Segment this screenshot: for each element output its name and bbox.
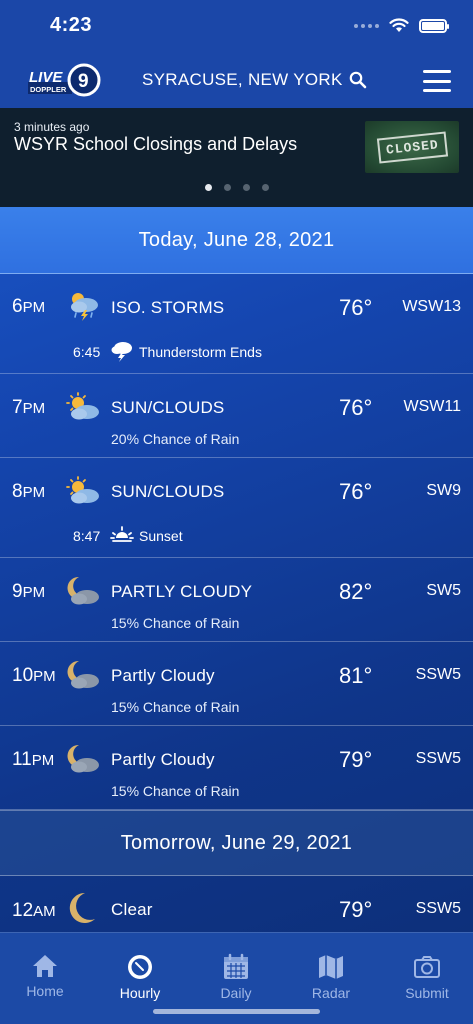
rain-chance: 15% Chance of Rain <box>111 699 240 715</box>
status-bar: 4:23 <box>0 0 473 54</box>
map-icon <box>319 955 343 979</box>
hour-temperature: 76° <box>339 479 373 504</box>
camera-icon <box>414 956 440 978</box>
news-banner[interactable]: 3 minutes ago WSYR School Closings and D… <box>0 108 473 207</box>
tab-label: Home <box>26 983 64 999</box>
moon-cloud-icon <box>67 576 99 605</box>
rain-chance: 20% Chance of Rain <box>111 431 240 447</box>
tab-hourly[interactable]: Hourly <box>100 953 180 1001</box>
hour-row[interactable]: 7PM SUN/CLOUDS 76° WSW11 20% Chance of R… <box>0 374 473 458</box>
event-time: 8:47 <box>73 528 101 544</box>
hour-condition: SUN/CLOUDS <box>111 482 225 501</box>
tab-radar[interactable]: Radar <box>291 953 371 1001</box>
location-button[interactable]: SYRACUSE, NEW YORK <box>142 70 367 90</box>
hour-condition: Partly Cloudy <box>111 666 215 685</box>
tab-submit[interactable]: Submit <box>387 953 467 1001</box>
hour-temperature: 76° <box>339 395 373 420</box>
hour-temperature: 79° <box>339 747 373 772</box>
svg-text:LIVE: LIVE <box>29 69 63 86</box>
moon-cloud-icon <box>67 660 99 689</box>
status-time: 4:23 <box>50 14 93 36</box>
search-icon <box>349 71 366 89</box>
hour-wind: SSW5 <box>415 900 461 917</box>
hour-wind: SSW5 <box>415 666 461 683</box>
tab-home[interactable]: Home <box>5 953 85 999</box>
rain-chance: 15% Chance of Rain <box>111 615 240 631</box>
hour-row[interactable]: 10PM Partly Cloudy 81° SSW5 15% Chance o… <box>0 642 473 726</box>
app-header: LIVE DOPPLER 9 SYRACUSE, NEW YORK <box>0 54 473 108</box>
tab-label: Hourly <box>119 985 161 1001</box>
page-dot-active[interactable] <box>204 184 212 191</box>
location-label: SYRACUSE, NEW YORK <box>142 70 343 89</box>
day-header-today: Today, June 28, 2021 <box>0 207 473 274</box>
hour-row[interactable]: 11PM Partly Cloudy 79° SSW5 15% Chance o… <box>0 726 473 810</box>
banner-title[interactable]: WSYR School Closings and Delays <box>14 134 297 155</box>
svg-text:DOPPLER: DOPPLER <box>30 85 67 94</box>
hour-time: 11PM <box>12 749 55 770</box>
hour-temperature: 81° <box>339 663 373 688</box>
hour-time: 8PM <box>12 481 46 502</box>
storm-icon <box>71 293 98 321</box>
thunderstorm-icon <box>111 342 132 362</box>
hour-temperature: 76° <box>339 295 373 320</box>
tab-label: Submit <box>405 985 449 1001</box>
hour-time: 7PM <box>12 397 46 418</box>
hour-time: 10PM <box>12 665 56 686</box>
event-time: 6:45 <box>73 344 101 360</box>
event-label: Sunset <box>139 528 183 544</box>
hour-wind: SW9 <box>426 482 461 499</box>
hour-time: 9PM <box>12 581 46 602</box>
sun-clouds-icon <box>66 392 99 420</box>
clock-icon <box>128 955 152 979</box>
menu-icon[interactable] <box>423 70 451 92</box>
house-icon <box>33 955 57 977</box>
moon-cloud-icon <box>67 744 99 773</box>
hour-wind: SW5 <box>426 582 461 599</box>
hour-temperature: 79° <box>339 897 373 922</box>
hour-time: 6PM <box>12 296 46 317</box>
hour-condition: Clear <box>111 900 153 919</box>
tab-daily[interactable]: Daily <box>196 953 276 1001</box>
day-header-tomorrow: Tomorrow, June 29, 2021 <box>0 810 473 876</box>
status-icons <box>354 18 449 33</box>
hour-row[interactable]: 12AM Clear 79° SSW5 <box>0 876 473 932</box>
live-doppler-logo[interactable]: LIVE DOPPLER 9 <box>26 62 102 98</box>
closed-sign-image: CLOSED <box>376 130 448 164</box>
tab-label: Daily <box>220 985 252 1001</box>
hour-wind: WSW13 <box>402 298 461 315</box>
cellular-signal-icon <box>354 23 379 28</box>
hour-condition: ISO. STORMS <box>111 298 225 317</box>
moon-icon <box>69 892 95 923</box>
sun-clouds-icon <box>66 476 99 504</box>
hour-wind: SSW5 <box>415 750 461 767</box>
banner-page-dots[interactable] <box>0 184 473 191</box>
sunset-icon <box>110 526 134 542</box>
banner-age: 3 minutes ago <box>14 120 90 134</box>
rain-chance: 15% Chance of Rain <box>111 783 240 799</box>
hour-condition: SUN/CLOUDS <box>111 398 225 417</box>
battery-icon <box>419 18 449 33</box>
svg-text:9: 9 <box>78 71 89 92</box>
page-dot[interactable] <box>261 184 269 191</box>
page-dot[interactable] <box>223 184 231 191</box>
hour-condition: Partly Cloudy <box>111 750 215 769</box>
home-indicator[interactable] <box>153 1009 320 1014</box>
hour-temperature: 82° <box>339 579 373 604</box>
calendar-icon <box>224 953 248 979</box>
hour-row[interactable]: 6PM ISO. STORMS 76° WSW13 6:45 Thunderst… <box>0 274 473 374</box>
page-dot[interactable] <box>242 184 250 191</box>
hour-row[interactable]: 8PM SUN/CLOUDS 76° SW9 8:47 Sunset <box>0 458 473 558</box>
event-label: Thunderstorm Ends <box>139 344 262 360</box>
banner-thumbnail[interactable]: CLOSED <box>365 121 459 173</box>
hour-wind: WSW11 <box>403 398 461 415</box>
hour-row[interactable]: 9PM PARTLY CLOUDY 82° SW5 15% Chance of … <box>0 558 473 642</box>
hour-condition: PARTLY CLOUDY <box>111 582 253 601</box>
tab-label: Radar <box>311 985 351 1001</box>
hour-time: 12AM <box>12 900 56 921</box>
wifi-icon <box>389 18 409 32</box>
